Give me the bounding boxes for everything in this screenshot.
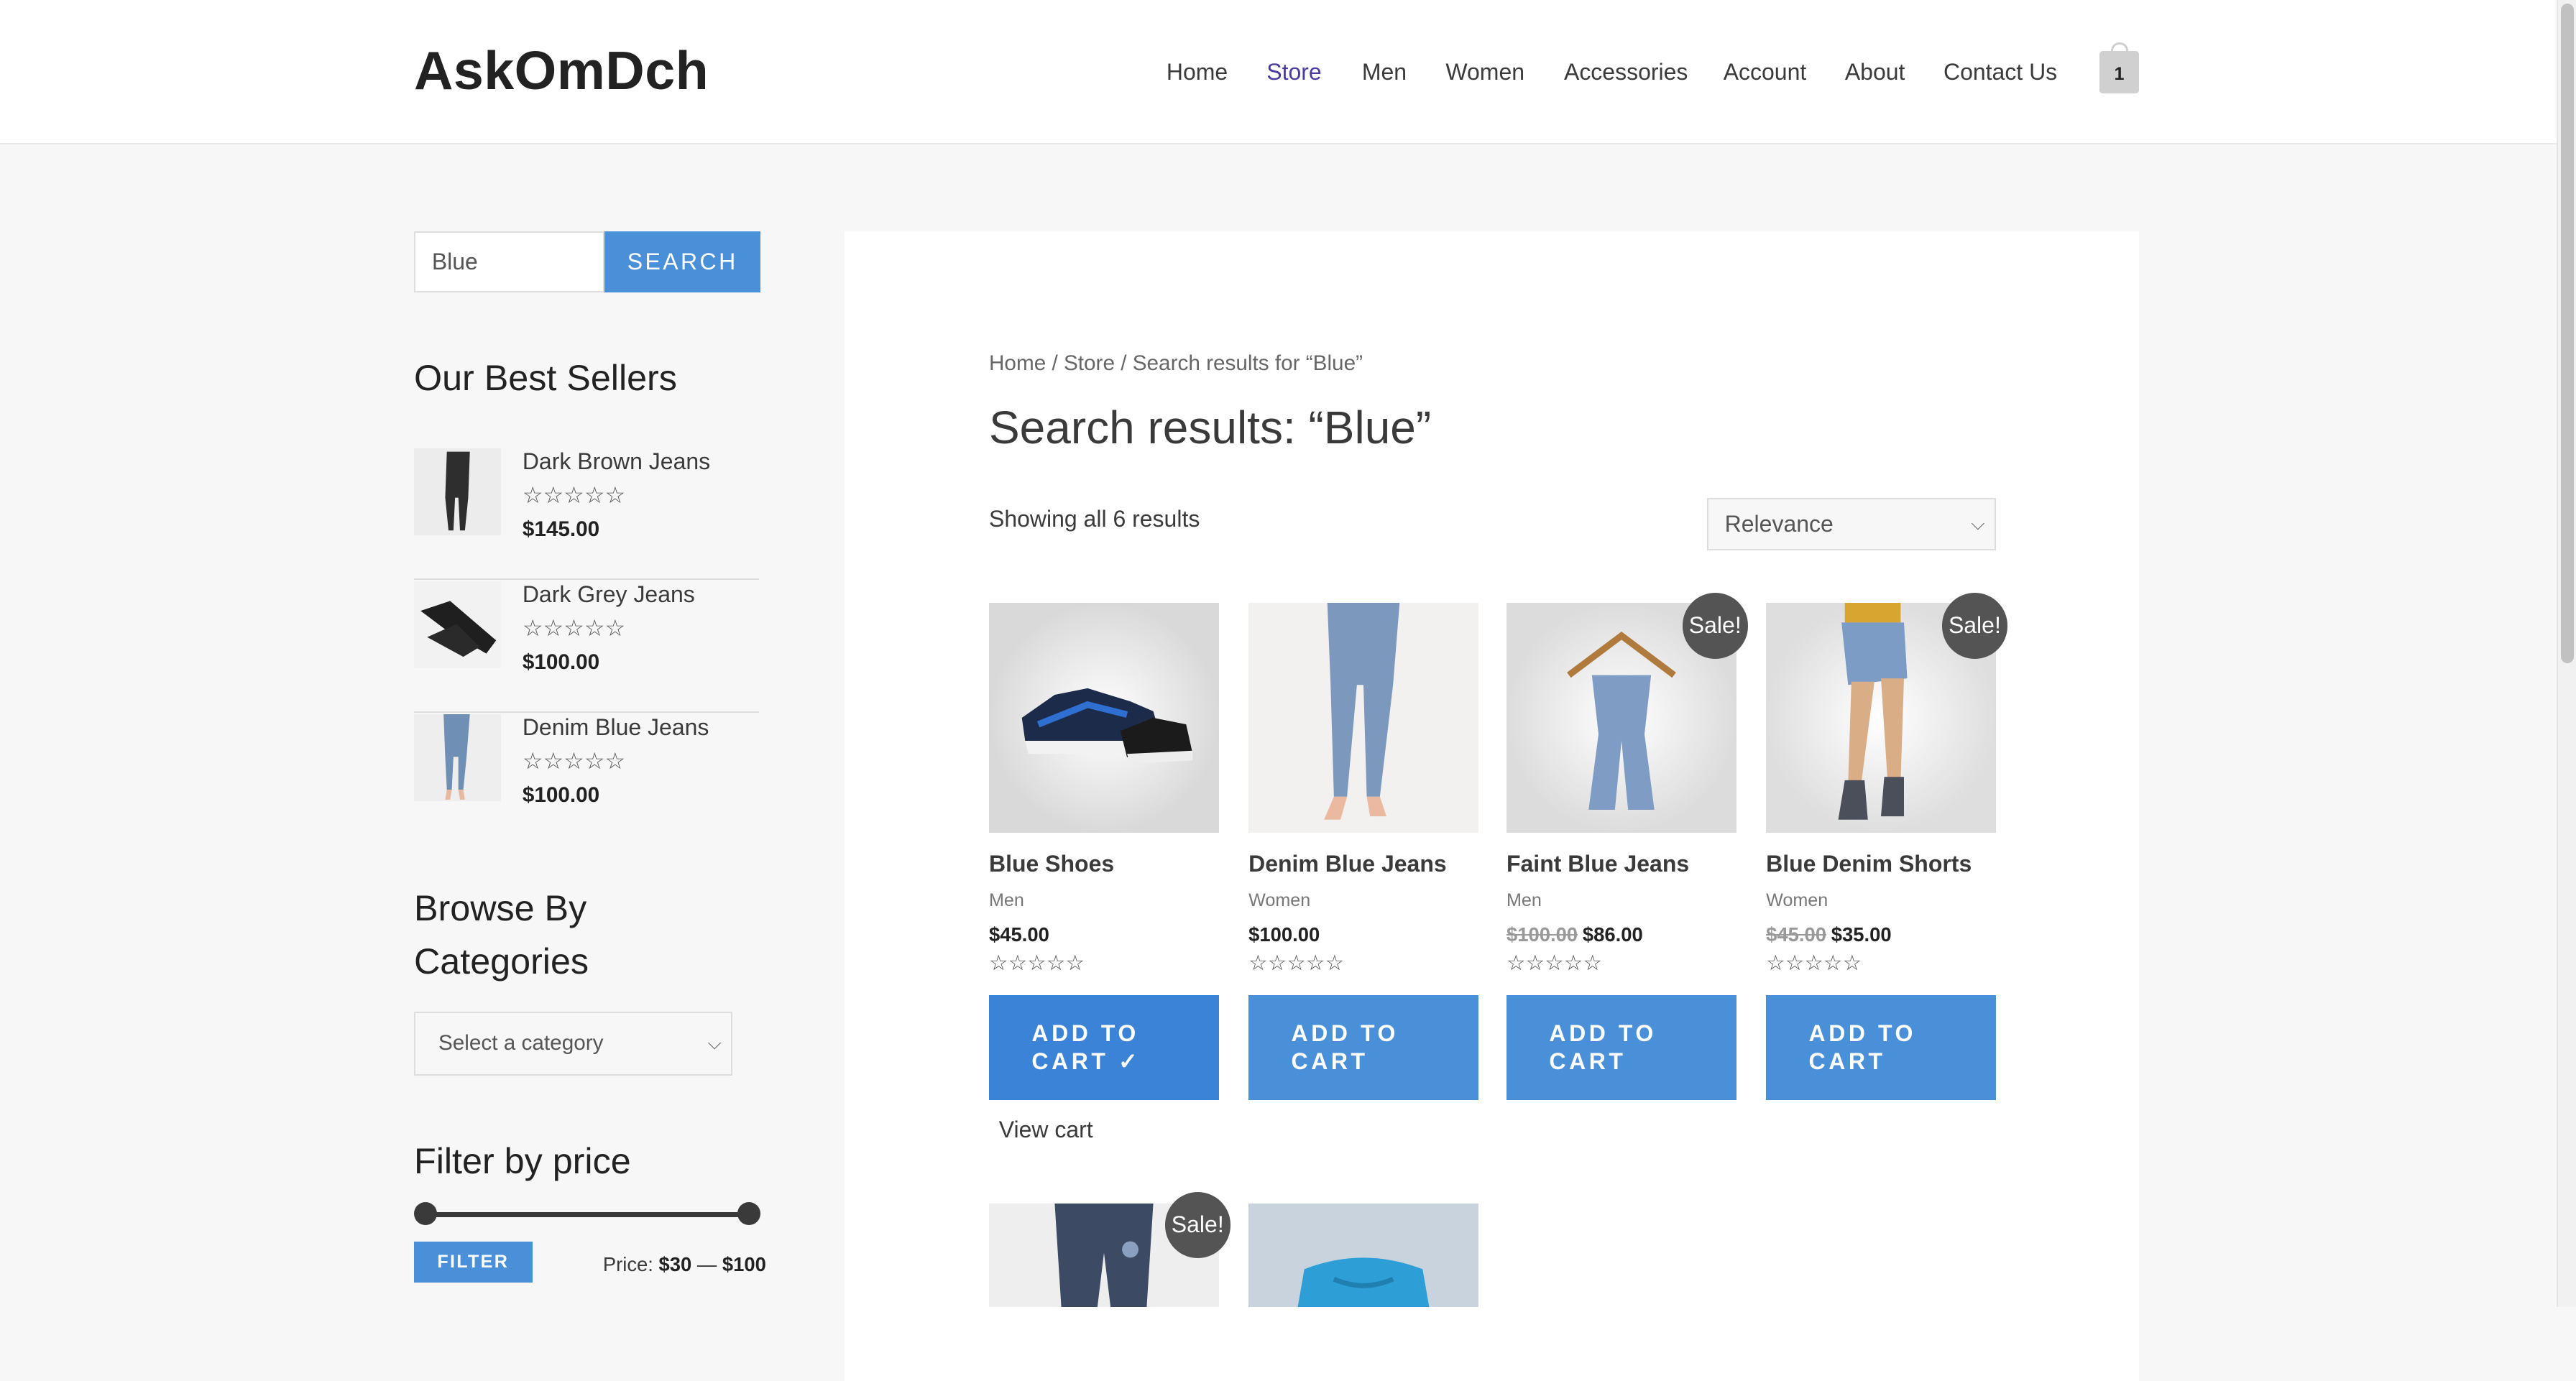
nav-home[interactable]: Home xyxy=(1167,59,1228,86)
add-to-cart-button[interactable]: ADD TO CART xyxy=(1766,995,1997,1101)
product-price: $45.00 xyxy=(989,923,1049,946)
product-old-price: $45.00 xyxy=(1766,923,1826,946)
best-seller-name[interactable]: Dark Grey Jeans xyxy=(523,581,695,608)
search-button[interactable]: SEARCH xyxy=(604,231,761,292)
best-seller-price: $100.00 xyxy=(522,783,600,808)
product-thumbnail[interactable] xyxy=(413,448,502,536)
product-thumbnail[interactable] xyxy=(413,714,502,802)
product-category: Men xyxy=(1506,890,1542,910)
price-max: $100 xyxy=(722,1252,766,1275)
categories-title: Browse By Categories xyxy=(413,887,589,982)
filter-price-title: Filter by price xyxy=(413,1140,631,1182)
nav-account[interactable]: Account xyxy=(1724,59,1807,86)
product-current-price: $86.00 xyxy=(1582,923,1643,946)
product-current-price: $45.00 xyxy=(988,923,1049,946)
rating-stars-icon: ☆☆☆☆☆ xyxy=(1248,951,1345,976)
product-category: Men xyxy=(988,890,1024,910)
price-min: $30 xyxy=(658,1252,692,1275)
price-dash: — xyxy=(696,1252,717,1275)
scrollbar-thumb[interactable] xyxy=(2561,3,2575,664)
product-image[interactable] xyxy=(1248,602,1479,833)
best-seller-name[interactable]: Denim Blue Jeans xyxy=(523,714,709,741)
category-select[interactable]: Select a category ⌵ xyxy=(413,1011,733,1076)
product-price: $45.00 $35.00 xyxy=(1766,923,1892,946)
sale-badge: Sale! xyxy=(1164,1192,1230,1258)
best-sellers-title: Our Best Sellers xyxy=(413,357,677,399)
product-current-price: $100.00 xyxy=(1248,923,1320,946)
product-title[interactable]: Faint Blue Jeans xyxy=(1506,851,1689,877)
orderby-select[interactable]: Relevance ⌵ xyxy=(1706,497,1997,550)
filter-button[interactable]: FILTER xyxy=(413,1241,533,1283)
search-input[interactable]: Blue xyxy=(413,231,605,292)
rating-stars-icon: ☆☆☆☆☆ xyxy=(522,481,626,508)
rating-stars-icon: ☆☆☆☆☆ xyxy=(522,614,626,641)
product-image[interactable] xyxy=(1248,1204,1479,1308)
product-title[interactable]: Blue Denim Shorts xyxy=(1766,851,1972,877)
product-price: $100.00 $86.00 xyxy=(1506,923,1643,946)
product-title[interactable]: Blue Shoes xyxy=(989,851,1114,877)
nav-accessories[interactable]: Accessories xyxy=(1564,59,1688,86)
site-header: AskOmDch Home Store Men Women Accessorie… xyxy=(0,0,2557,145)
rating-stars-icon: ☆☆☆☆☆ xyxy=(988,951,1085,976)
product-category: Women xyxy=(1766,890,1828,910)
best-seller-price: $100.00 xyxy=(522,650,600,675)
nav-contact-us[interactable]: Contact Us xyxy=(1944,59,2057,86)
add-to-cart-button[interactable]: ADD TO CART xyxy=(1506,995,1736,1101)
rating-stars-icon: ☆☆☆☆☆ xyxy=(1506,951,1603,976)
cart-count: 1 xyxy=(2114,63,2125,84)
rating-stars-icon: ☆☆☆☆☆ xyxy=(1766,951,1862,976)
best-seller-item[interactable]: Denim Blue Jeans ☆☆☆☆☆ $100.00 xyxy=(413,714,759,846)
price-slider-min-handle[interactable] xyxy=(413,1202,437,1226)
best-seller-item[interactable]: Dark Grey Jeans ☆☆☆☆☆ $100.00 xyxy=(413,581,759,713)
product-thumbnail[interactable] xyxy=(413,581,502,669)
nav-women[interactable]: Women xyxy=(1445,59,1524,86)
breadcrumb[interactable]: Home / Store / Search results for “Blue” xyxy=(989,351,1363,376)
chevron-down-icon: ⌵ xyxy=(1971,513,1985,534)
best-seller-name[interactable]: Dark Brown Jeans xyxy=(523,448,710,475)
product-price: $100.00 xyxy=(1248,923,1320,946)
nav-men[interactable]: Men xyxy=(1362,59,1407,86)
nav-about[interactable]: About xyxy=(1845,59,1905,86)
chevron-down-icon: ⌵ xyxy=(707,1033,722,1053)
sale-badge: Sale! xyxy=(1941,593,2008,659)
rating-stars-icon: ☆☆☆☆☆ xyxy=(522,747,626,774)
result-count: Showing all 6 results xyxy=(988,505,1200,532)
site-logo[interactable]: AskOmDch xyxy=(414,40,709,101)
add-to-cart-button[interactable]: ADD TO CART ✓ xyxy=(988,995,1219,1101)
price-label: Price: xyxy=(602,1252,653,1275)
add-to-cart-button[interactable]: ADD TO CART xyxy=(1248,995,1479,1101)
price-slider-max-handle[interactable] xyxy=(737,1202,761,1226)
sale-badge: Sale! xyxy=(1682,593,1748,659)
best-seller-price: $145.00 xyxy=(522,517,600,541)
category-select-value: Select a category xyxy=(438,1030,604,1055)
page-title: Search results: “Blue” xyxy=(988,401,1432,453)
nav-store[interactable]: Store xyxy=(1266,59,1321,86)
best-seller-item[interactable]: Dark Brown Jeans ☆☆☆☆☆ $145.00 xyxy=(413,448,759,580)
product-old-price: $100.00 xyxy=(1506,923,1578,946)
product-current-price: $35.00 xyxy=(1831,923,1892,946)
view-cart-link[interactable]: View cart xyxy=(999,1117,1093,1143)
product-title[interactable]: Denim Blue Jeans xyxy=(1248,851,1447,877)
page-scrollbar[interactable] xyxy=(2556,0,2576,1308)
price-range-label: Price: $30 — $100 xyxy=(603,1253,766,1276)
product-category: Women xyxy=(1248,890,1311,910)
product-image[interactable] xyxy=(988,602,1219,833)
cart-icon[interactable]: 1 xyxy=(2099,42,2139,94)
price-slider-track[interactable] xyxy=(423,1211,750,1217)
orderby-value: Relevance xyxy=(1724,510,1834,537)
